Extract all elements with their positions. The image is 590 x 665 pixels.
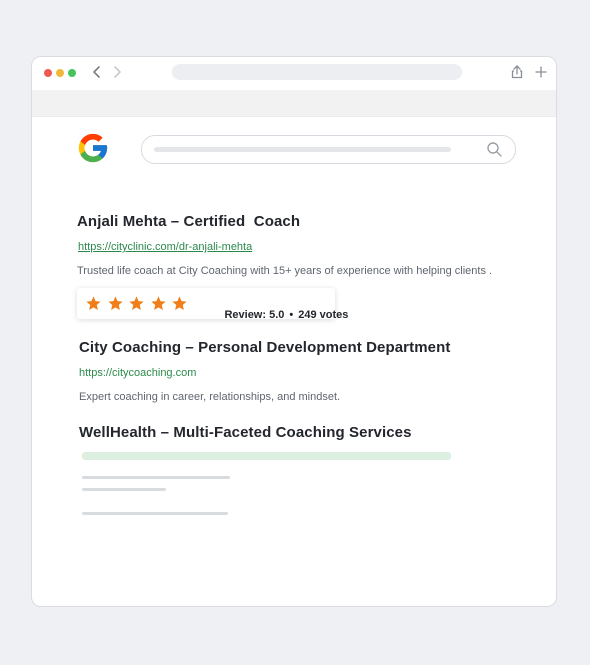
result-description-city-coaching: Expert coaching in career, relationships… <box>79 391 341 403</box>
search-query-placeholder <box>154 147 451 152</box>
chevron-left-icon[interactable] <box>90 64 104 80</box>
search-icon[interactable] <box>486 141 503 158</box>
star-icon <box>107 296 123 311</box>
address-bar[interactable] <box>172 64 462 80</box>
result-title-city-coaching[interactable]: City Coaching – Personal Development Dep… <box>79 339 450 356</box>
result-title-anjali-mehta[interactable]: Anjali Mehta – Certified Coach <box>77 213 300 230</box>
toolbar-strip <box>32 90 556 117</box>
result-url-placeholder <box>82 452 451 460</box>
chevron-right-icon[interactable] <box>110 64 124 80</box>
plus-icon[interactable] <box>533 64 549 80</box>
review-score: Review: 5.0 <box>224 309 285 321</box>
star-icon <box>150 296 166 311</box>
vote-count: 249 votes <box>298 309 349 321</box>
star-icon <box>129 296 144 311</box>
result-url-anjali-mehta[interactable]: https://cityclinic.com/dr-anjali-mehta <box>78 241 252 253</box>
result-description-anjali-mehta: Trusted life coach at City Coaching with… <box>77 265 493 277</box>
rating-separator: • <box>289 309 294 321</box>
minimize-window-button[interactable] <box>56 69 64 77</box>
close-window-button[interactable] <box>44 69 52 77</box>
result-url-city-coaching[interactable]: https://citycoaching.com <box>79 367 196 379</box>
result-description-placeholder-line <box>82 512 228 515</box>
rating-summary: Review: 5.0 • 249 votes <box>200 297 348 333</box>
maximize-window-button[interactable] <box>68 69 76 77</box>
rating-card: Review: 5.0 • 249 votes <box>77 288 348 321</box>
search-input[interactable] <box>141 135 516 164</box>
star-rating <box>85 295 193 312</box>
star-icon <box>172 296 187 311</box>
title-bar <box>32 57 556 90</box>
page-background: Anjali Mehta – Certified Coach https://c… <box>0 0 590 665</box>
result-description-placeholder-line <box>82 488 166 491</box>
browser-window: Anjali Mehta – Certified Coach https://c… <box>31 56 557 607</box>
star-icon <box>86 296 101 311</box>
result-title-wellhealth[interactable]: WellHealth – Multi-Faceted Coaching Serv… <box>79 424 412 441</box>
share-icon[interactable] <box>509 64 525 80</box>
result-description-placeholder-line <box>82 476 230 479</box>
google-logo[interactable] <box>76 131 110 165</box>
